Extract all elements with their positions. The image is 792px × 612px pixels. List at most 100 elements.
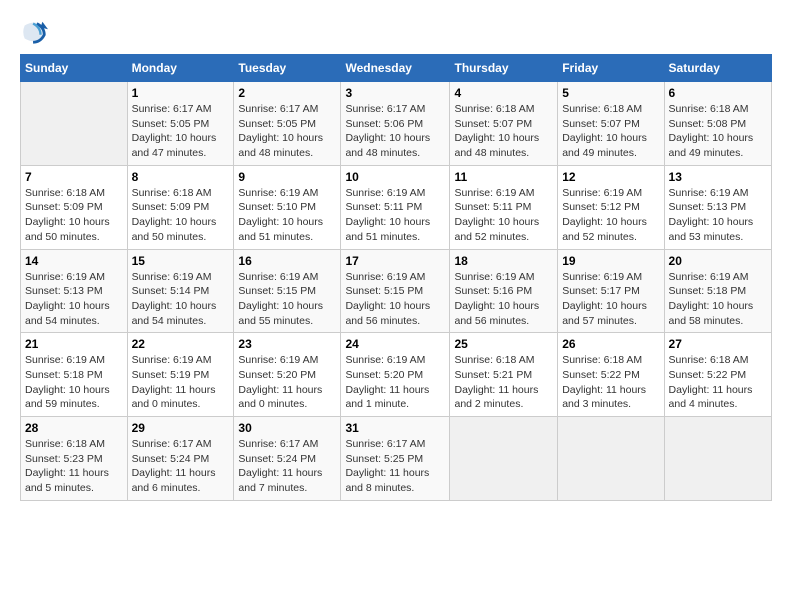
logo-icon xyxy=(20,18,48,46)
logo xyxy=(20,18,50,46)
day-number: 22 xyxy=(132,337,230,351)
day-cell: 27 Sunrise: 6:18 AMSunset: 5:22 PMDayligh… xyxy=(664,333,771,417)
day-cell xyxy=(450,417,558,501)
day-cell: 19Sunrise: 6:19 AMSunset: 5:17 PMDayligh… xyxy=(558,249,664,333)
day-number: 4 xyxy=(454,86,553,100)
day-info: Sunrise: 6:17 AMSunset: 5:25 PMDaylight:… xyxy=(345,437,445,496)
day-cell: 11 Sunrise: 6:19 AMSunset: 5:11 PMDayligh… xyxy=(450,165,558,249)
day-cell: 12 Sunrise: 6:19 AMSunset: 5:12 PMDayligh… xyxy=(558,165,664,249)
day-cell: 16 Sunrise: 6:19 AMSunset: 5:15 PMDayligh… xyxy=(234,249,341,333)
day-cell: 5 Sunrise: 6:18 AMSunset: 5:07 PMDaylight… xyxy=(558,82,664,166)
day-info: Sunrise: 6:19 AMSunset: 5:16 PMDaylight:… xyxy=(454,270,553,329)
day-number: 31 xyxy=(345,421,445,435)
day-number: 16 xyxy=(238,254,336,268)
day-cell: 8 Sunrise: 6:18 AMSunset: 5:09 PMDaylight… xyxy=(127,165,234,249)
day-number: 19 xyxy=(562,254,659,268)
day-cell: 17Sunrise: 6:19 AMSunset: 5:15 PMDayligh… xyxy=(341,249,450,333)
day-cell: 13 Sunrise: 6:19 AMSunset: 5:13 PMDayligh… xyxy=(664,165,771,249)
day-cell: 4 Sunrise: 6:18 AMSunset: 5:07 PMDaylight… xyxy=(450,82,558,166)
day-number: 27 xyxy=(669,337,767,351)
day-info: Sunrise: 6:18 AMSunset: 5:07 PMDaylight:… xyxy=(562,102,659,161)
day-info: Sunrise: 6:17 AMSunset: 5:24 PMDaylight:… xyxy=(132,437,230,496)
day-number: 26 xyxy=(562,337,659,351)
day-cell: 14Sunrise: 6:19 AMSunset: 5:13 PMDayligh… xyxy=(21,249,128,333)
day-number: 7 xyxy=(25,170,123,184)
day-info: Sunrise: 6:19 AMSunset: 5:19 PMDaylight:… xyxy=(132,353,230,412)
day-cell: 28Sunrise: 6:18 AMSunset: 5:23 PMDayligh… xyxy=(21,417,128,501)
day-number: 6 xyxy=(669,86,767,100)
day-cell: 9 Sunrise: 6:19 AMSunset: 5:10 PMDaylight… xyxy=(234,165,341,249)
day-info: Sunrise: 6:18 AMSunset: 5:07 PMDaylight:… xyxy=(454,102,553,161)
day-info: Sunrise: 6:17 AMSunset: 5:24 PMDaylight:… xyxy=(238,437,336,496)
day-number: 25 xyxy=(454,337,553,351)
day-info: Sunrise: 6:18 AMSunset: 5:09 PMDaylight:… xyxy=(132,186,230,245)
col-header-thursday: Thursday xyxy=(450,55,558,82)
day-number: 5 xyxy=(562,86,659,100)
day-info: Sunrise: 6:19 AMSunset: 5:11 PMDaylight:… xyxy=(454,186,553,245)
day-cell: 18 Sunrise: 6:19 AMSunset: 5:16 PMDayligh… xyxy=(450,249,558,333)
day-number: 17 xyxy=(345,254,445,268)
day-number: 15 xyxy=(132,254,230,268)
day-info: Sunrise: 6:19 AMSunset: 5:20 PMDaylight:… xyxy=(238,353,336,412)
day-info: Sunrise: 6:19 AMSunset: 5:18 PMDaylight:… xyxy=(669,270,767,329)
day-number: 10 xyxy=(345,170,445,184)
day-info: Sunrise: 6:17 AMSunset: 5:06 PMDaylight:… xyxy=(345,102,445,161)
day-number: 21 xyxy=(25,337,123,351)
day-info: Sunrise: 6:19 AMSunset: 5:20 PMDaylight:… xyxy=(345,353,445,412)
day-number: 29 xyxy=(132,421,230,435)
day-cell: 7 Sunrise: 6:18 AMSunset: 5:09 PMDaylight… xyxy=(21,165,128,249)
day-info: Sunrise: 6:19 AMSunset: 5:14 PMDaylight:… xyxy=(132,270,230,329)
col-header-friday: Friday xyxy=(558,55,664,82)
page: SundayMondayTuesdayWednesdayThursdayFrid… xyxy=(0,0,792,513)
day-cell: 21Sunrise: 6:19 AMSunset: 5:18 PMDayligh… xyxy=(21,333,128,417)
week-row-3: 14Sunrise: 6:19 AMSunset: 5:13 PMDayligh… xyxy=(21,249,772,333)
day-info: Sunrise: 6:19 AMSunset: 5:12 PMDaylight:… xyxy=(562,186,659,245)
day-cell: 10Sunrise: 6:19 AMSunset: 5:11 PMDayligh… xyxy=(341,165,450,249)
day-info: Sunrise: 6:18 AMSunset: 5:22 PMDaylight:… xyxy=(669,353,767,412)
day-number: 1 xyxy=(132,86,230,100)
week-row-2: 7 Sunrise: 6:18 AMSunset: 5:09 PMDaylight… xyxy=(21,165,772,249)
day-number: 13 xyxy=(669,170,767,184)
day-cell: 3Sunrise: 6:17 AMSunset: 5:06 PMDaylight… xyxy=(341,82,450,166)
day-cell: 26 Sunrise: 6:18 AMSunset: 5:22 PMDayligh… xyxy=(558,333,664,417)
col-header-sunday: Sunday xyxy=(21,55,128,82)
day-info: Sunrise: 6:17 AMSunset: 5:05 PMDaylight:… xyxy=(238,102,336,161)
day-cell: 30 Sunrise: 6:17 AMSunset: 5:24 PMDayligh… xyxy=(234,417,341,501)
day-cell: 22 Sunrise: 6:19 AMSunset: 5:19 PMDayligh… xyxy=(127,333,234,417)
day-info: Sunrise: 6:18 AMSunset: 5:08 PMDaylight:… xyxy=(669,102,767,161)
day-cell: 31 Sunrise: 6:17 AMSunset: 5:25 PMDayligh… xyxy=(341,417,450,501)
day-cell xyxy=(558,417,664,501)
day-cell: 20 Sunrise: 6:19 AMSunset: 5:18 PMDayligh… xyxy=(664,249,771,333)
day-info: Sunrise: 6:18 AMSunset: 5:21 PMDaylight:… xyxy=(454,353,553,412)
day-number: 24 xyxy=(345,337,445,351)
day-number: 23 xyxy=(238,337,336,351)
day-number: 12 xyxy=(562,170,659,184)
day-info: Sunrise: 6:18 AMSunset: 5:23 PMDaylight:… xyxy=(25,437,123,496)
day-info: Sunrise: 6:19 AMSunset: 5:15 PMDaylight:… xyxy=(238,270,336,329)
col-header-wednesday: Wednesday xyxy=(341,55,450,82)
week-row-1: 1 Sunrise: 6:17 AMSunset: 5:05 PMDaylight… xyxy=(21,82,772,166)
day-cell: 1 Sunrise: 6:17 AMSunset: 5:05 PMDaylight… xyxy=(127,82,234,166)
day-number: 18 xyxy=(454,254,553,268)
day-cell: 25 Sunrise: 6:18 AMSunset: 5:21 PMDayligh… xyxy=(450,333,558,417)
day-number: 8 xyxy=(132,170,230,184)
day-info: Sunrise: 6:19 AMSunset: 5:10 PMDaylight:… xyxy=(238,186,336,245)
calendar-table: SundayMondayTuesdayWednesdayThursdayFrid… xyxy=(20,54,772,501)
header-row: SundayMondayTuesdayWednesdayThursdayFrid… xyxy=(21,55,772,82)
day-number: 9 xyxy=(238,170,336,184)
col-header-saturday: Saturday xyxy=(664,55,771,82)
col-header-monday: Monday xyxy=(127,55,234,82)
day-info: Sunrise: 6:17 AMSunset: 5:05 PMDaylight:… xyxy=(132,102,230,161)
day-cell xyxy=(664,417,771,501)
day-info: Sunrise: 6:18 AMSunset: 5:22 PMDaylight:… xyxy=(562,353,659,412)
day-number: 30 xyxy=(238,421,336,435)
day-cell: 23 Sunrise: 6:19 AMSunset: 5:20 PMDayligh… xyxy=(234,333,341,417)
day-info: Sunrise: 6:19 AMSunset: 5:13 PMDaylight:… xyxy=(669,186,767,245)
day-number: 20 xyxy=(669,254,767,268)
day-info: Sunrise: 6:19 AMSunset: 5:13 PMDaylight:… xyxy=(25,270,123,329)
day-info: Sunrise: 6:18 AMSunset: 5:09 PMDaylight:… xyxy=(25,186,123,245)
header xyxy=(20,18,772,46)
day-cell: 6 Sunrise: 6:18 AMSunset: 5:08 PMDaylight… xyxy=(664,82,771,166)
day-number: 11 xyxy=(454,170,553,184)
week-row-4: 21Sunrise: 6:19 AMSunset: 5:18 PMDayligh… xyxy=(21,333,772,417)
